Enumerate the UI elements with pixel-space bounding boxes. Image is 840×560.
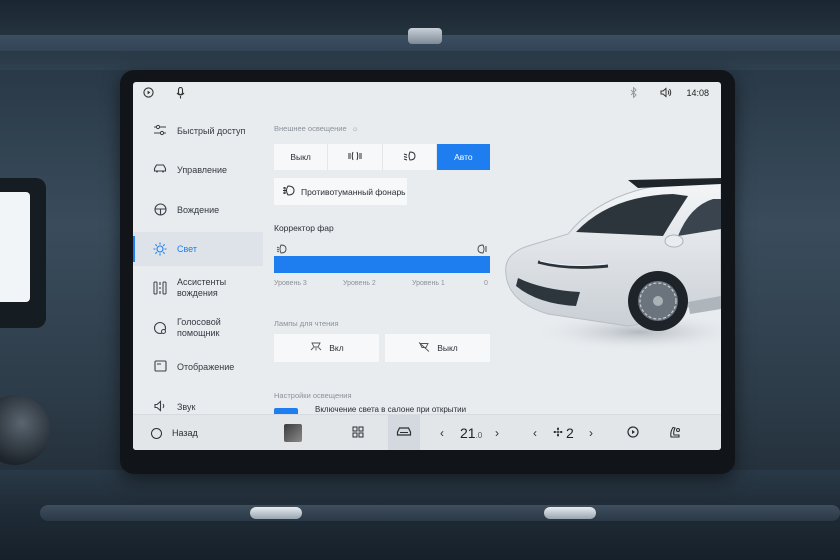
dashboard-knob: [250, 507, 302, 519]
level-label: Уровень 2: [343, 280, 376, 287]
voice-assistant-icon: [153, 321, 167, 335]
back-button[interactable]: Назад: [151, 415, 198, 450]
sidebar-item-label: Звук: [177, 401, 196, 412]
sidebar-item-label: Вождение: [177, 204, 220, 215]
fan-icon: [553, 427, 563, 439]
temp-decrease-button[interactable]: ‹: [440, 415, 444, 450]
level-label: Уровень 1: [412, 280, 445, 287]
light-mode-off-button[interactable]: Выкл: [274, 144, 329, 170]
display-icon: [153, 360, 167, 374]
microphone-icon[interactable]: [176, 86, 185, 104]
reading-lamp-on-icon: [309, 342, 323, 354]
sidebar-item-driving[interactable]: Вождение: [133, 193, 263, 227]
section-title-headlight-corrector: Корректор фар: [274, 223, 334, 233]
sun-icon: [153, 242, 167, 256]
volume-icon[interactable]: [660, 87, 672, 103]
fan-speed-display: 2: [553, 415, 574, 450]
seat-settings-icon: [668, 426, 681, 441]
bottom-bar: Назад ‹ 21.0 › ‹ 2 ›: [133, 414, 721, 450]
sidebar-item-label: Управление: [177, 164, 228, 175]
sidebar-item-label: Отображение: [177, 361, 235, 372]
reading-lamp-off-icon: [417, 341, 431, 355]
chevron-right-icon: ›: [495, 426, 499, 440]
sidebar-item-control[interactable]: Управление: [133, 153, 263, 187]
steering-wheel-icon: [153, 203, 167, 217]
sidebar-item-display[interactable]: Отображение: [133, 350, 263, 384]
chevron-left-icon: ‹: [440, 426, 444, 440]
car-image: [498, 174, 721, 364]
apps-grid-button[interactable]: [352, 415, 364, 450]
low-beam-icon: [402, 151, 416, 163]
sidebar-item-label: Свет: [177, 243, 198, 254]
car-settings-icon: [396, 426, 412, 440]
instrument-cluster-display: [0, 192, 30, 302]
exterior-light-mode-selector: Выкл Авто: [274, 144, 490, 170]
sidebar-item-driver-assist[interactable]: Ассистенты вождения: [133, 271, 263, 305]
settings-sidebar: Быстрый доступ Управление Вождение Свет …: [133, 112, 263, 412]
car-icon: [153, 163, 167, 177]
speaker-icon: [153, 400, 167, 414]
chevron-left-icon: ‹: [533, 426, 537, 440]
level-label: 0: [484, 280, 488, 287]
headlight-corrector-slider[interactable]: [274, 256, 490, 273]
fan-increase-button[interactable]: ›: [589, 415, 593, 450]
dashboard-knob: [544, 507, 596, 519]
fog-light-icon: [282, 184, 295, 199]
section-title-reading-lamps: Лампы для чтения: [274, 319, 339, 328]
dashboard-bottom-trim: [40, 505, 840, 521]
sliders-icon: [153, 124, 167, 138]
play-circle-icon: [627, 426, 639, 440]
album-art-icon: [284, 424, 302, 442]
status-bar: 14:08: [133, 82, 721, 106]
sun-small-icon: ☼: [351, 124, 359, 133]
parking-lights-icon: [346, 151, 364, 163]
clock: 14:08: [686, 88, 709, 98]
sidebar-item-light[interactable]: Свет: [133, 232, 263, 266]
dashboard-vent: [408, 28, 442, 44]
temp-increase-button[interactable]: ›: [495, 415, 499, 450]
bluetooth-icon: [630, 86, 637, 103]
media-thumbnail[interactable]: [284, 415, 302, 450]
reading-lamps-on-button[interactable]: Вкл: [274, 334, 379, 362]
sidebar-item-label: Быстрый доступ: [177, 125, 246, 136]
section-title-light-settings: Настройки освещения: [274, 391, 352, 400]
temperature-display: 21.0: [460, 425, 483, 441]
grid-icon: [352, 426, 364, 440]
sidebar-item-voice-assistant[interactable]: Голосовой помощник: [133, 311, 263, 345]
seat-settings-button[interactable]: [668, 415, 681, 450]
infotainment-screen: 14:08 Быстрый доступ Управление Вождение: [133, 82, 721, 450]
light-mode-low-beam-button[interactable]: [382, 144, 437, 170]
reading-lamps-off-button[interactable]: Выкл: [385, 334, 490, 362]
circle-icon: [151, 427, 162, 439]
sidebar-item-label: Ассистенты вождения: [177, 277, 227, 298]
vehicle-settings-button[interactable]: [388, 415, 420, 450]
fog-light-button[interactable]: Противотуманный фонарь: [274, 178, 407, 205]
level-label: Уровень 3: [274, 280, 307, 287]
play-circle-icon[interactable]: [143, 87, 154, 103]
assist-icon: [153, 281, 167, 295]
section-title-exterior: Внешнее освещение ☼: [274, 124, 359, 133]
sidebar-item-quick-access[interactable]: Быстрый доступ: [133, 114, 263, 148]
light-mode-auto-button[interactable]: Авто: [436, 144, 490, 170]
light-mode-parking-button[interactable]: [328, 144, 383, 170]
fan-decrease-button[interactable]: ‹: [533, 415, 537, 450]
media-play-button[interactable]: [627, 415, 639, 450]
cabin-light-on-open-label: Включение света в салоне при открытии: [315, 405, 467, 414]
steering-dial: [0, 395, 50, 465]
sidebar-item-label: Голосовой помощник: [177, 317, 221, 338]
chevron-right-icon: ›: [589, 426, 593, 440]
